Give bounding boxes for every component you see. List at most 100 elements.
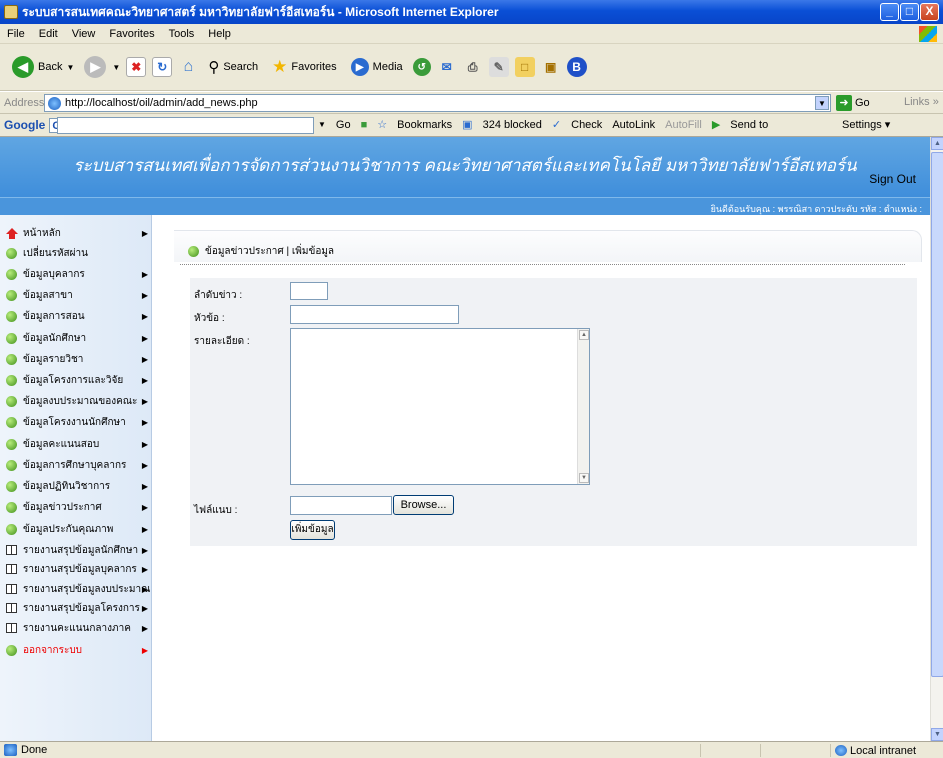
edit-icon[interactable]: ✎ bbox=[488, 57, 509, 77]
sidebar-item[interactable]: เปลี่ยนรหัสผ่าน bbox=[6, 243, 152, 263]
menu-edit[interactable]: Edit bbox=[32, 28, 65, 40]
menu-tools[interactable]: Tools bbox=[162, 28, 202, 40]
window-title-bar[interactable]: ระบบสารสนเทศคณะวิทยาศาสตร์ มหาวิทยาลัยฟา… bbox=[0, 0, 943, 24]
sidebar-item[interactable]: ข้อมูลการศึกษาบุคลากร ▶ bbox=[6, 455, 152, 475]
folder-icon[interactable]: □ bbox=[514, 57, 535, 77]
sidebar-item[interactable]: ข้อมูลปฏิทินวิชาการ ▶ bbox=[6, 476, 152, 496]
sidebar-item[interactable]: รายงานสรุปข้อมูลบุคลากร ▶ bbox=[6, 559, 152, 579]
refresh-icon[interactable]: ↻ bbox=[152, 57, 173, 77]
subject-input[interactable] bbox=[290, 305, 459, 324]
stop-icon[interactable]: ✖ bbox=[126, 57, 147, 77]
close-button[interactable]: X bbox=[920, 3, 939, 21]
menu-favorites[interactable]: Favorites bbox=[102, 28, 161, 40]
search-button[interactable]: ⚲ Search bbox=[204, 56, 262, 78]
google-logo[interactable]: Google bbox=[0, 118, 45, 132]
popup-blocked-count[interactable]: 324 blocked bbox=[483, 119, 542, 131]
sidebar-item-label: ออกจากระบบ bbox=[23, 644, 83, 656]
home-icon[interactable]: ⌂ bbox=[178, 57, 198, 77]
menu-file[interactable]: File bbox=[0, 28, 32, 40]
sidebar-item[interactable]: ข้อมูลงบประมาณของคณะ ▶ bbox=[6, 391, 152, 411]
sidebar-item-label: ข้อมูลบุคลากร bbox=[23, 268, 85, 280]
breadcrumb: ข้อมูลข่าวประกาศ | เพิ่มข้อมูล bbox=[188, 244, 334, 259]
scroll-up-icon[interactable]: ▲ bbox=[931, 137, 943, 150]
forward-button[interactable]: ▶ bbox=[84, 56, 107, 78]
sidebar-item[interactable]: ข้อมูลโครงการและวิจัย ▶ bbox=[6, 370, 152, 390]
bookmarks-button[interactable]: Bookmarks bbox=[397, 119, 452, 131]
back-dropdown-icon[interactable]: ▼ bbox=[66, 63, 74, 72]
scroll-down-icon[interactable]: ▼ bbox=[579, 473, 589, 483]
back-button[interactable]: ◀ Back ▼ bbox=[8, 54, 78, 80]
add-news-form: ลำดับข่าว : หัวข้อ : รายละเอียด : ▲ ▼ ไฟ… bbox=[190, 278, 917, 546]
menu-bar: File Edit View Favorites Tools Help bbox=[0, 24, 943, 44]
browse-button[interactable]: Browse... bbox=[393, 495, 454, 515]
search-icon: ⚲ bbox=[208, 59, 220, 76]
submenu-arrow-icon: ▶ bbox=[141, 228, 148, 238]
sidebar-item[interactable]: ข้อมูลคะแนนสอบ ▶ bbox=[6, 434, 152, 454]
add-data-button[interactable]: เพิ่มข้อมูล bbox=[290, 520, 335, 540]
sign-out-link[interactable]: Sign Out bbox=[869, 172, 916, 186]
sidebar-item[interactable]: ข้อมูลข่าวประกาศ ▶ bbox=[6, 497, 152, 517]
send-to-button[interactable]: Send to bbox=[730, 119, 768, 131]
menu-view[interactable]: View bbox=[65, 28, 103, 40]
sidebar-item[interactable]: ออกจากระบบ ▶ bbox=[6, 640, 152, 660]
google-dropdown-icon[interactable]: ▼ bbox=[318, 120, 326, 129]
google-pagerank-icon: ■ bbox=[360, 118, 368, 131]
sidebar-item[interactable]: หน้าหลัก ▶ bbox=[6, 223, 152, 243]
address-dropdown-icon[interactable]: ▼ bbox=[815, 96, 829, 110]
sidebar-item-label: ข้อมูลปฏิทินวิชาการ bbox=[23, 480, 111, 492]
submenu-arrow-icon: ▶ bbox=[141, 460, 148, 470]
autofill-button[interactable]: AutoFill bbox=[665, 119, 702, 131]
sidebar-item-label: ข้อมูลโครงงานนักศึกษา bbox=[23, 416, 126, 428]
sidebar-item[interactable]: ข้อมูลนักศึกษา ▶ bbox=[6, 328, 152, 348]
site-header: ระบบสารสนเทศเพื่อการจัดการส่วนงานวิชาการ… bbox=[0, 137, 930, 197]
menu-help[interactable]: Help bbox=[201, 28, 238, 40]
autolink-button[interactable]: AutoLink bbox=[612, 119, 655, 131]
news-order-input[interactable] bbox=[290, 282, 328, 300]
favorites-button[interactable]: ★ Favorites bbox=[268, 55, 341, 79]
forward-dropdown-icon[interactable]: ▼ bbox=[112, 63, 120, 72]
bluetooth-icon[interactable]: B bbox=[566, 57, 587, 77]
scroll-up-icon[interactable]: ▲ bbox=[579, 330, 589, 340]
security-zone: Local intranet bbox=[830, 744, 916, 757]
ie-page-icon bbox=[4, 5, 18, 19]
submenu-arrow-icon: ▶ bbox=[141, 502, 148, 512]
check-button[interactable]: Check bbox=[571, 119, 602, 131]
maximize-button[interactable]: □ bbox=[900, 3, 919, 21]
print-icon[interactable]: ⎙ bbox=[463, 57, 483, 77]
sidebar-item[interactable]: รายงานคะแนนกลางภาค ▶ bbox=[6, 618, 152, 638]
sidebar-item[interactable]: ข้อมูลประกันคุณภาพ ▶ bbox=[6, 519, 152, 539]
textarea-scrollbar[interactable]: ▲ ▼ bbox=[577, 329, 589, 484]
links-button[interactable]: Links » bbox=[904, 96, 939, 108]
sidebar-item[interactable]: ข้อมูลสาขา ▶ bbox=[6, 285, 152, 305]
sidebar-item-label: ข้อมูลคะแนนสอบ bbox=[23, 438, 100, 450]
scroll-thumb[interactable] bbox=[931, 152, 943, 677]
sidebar-item[interactable]: ข้อมูลรายวิชา ▶ bbox=[6, 349, 152, 369]
sidebar-item[interactable]: รายงานสรุปข้อมูลนักศึกษา ▶ bbox=[6, 540, 152, 560]
attachment-input[interactable] bbox=[290, 496, 392, 515]
web-page: ระบบสารสนเทศเพื่อการจัดการส่วนงานวิชาการ… bbox=[0, 137, 930, 741]
sidebar-item-label: ข้อมูลรายวิชา bbox=[23, 353, 84, 365]
submenu-arrow-icon: ▶ bbox=[141, 603, 148, 613]
page-scrollbar[interactable]: ▲ ▼ bbox=[930, 137, 943, 741]
scroll-down-icon[interactable]: ▼ bbox=[931, 728, 943, 741]
sidebar-item[interactable]: ข้อมูลโครงงานนักศึกษา ▶ bbox=[6, 412, 152, 432]
green-bullet-icon bbox=[6, 416, 17, 428]
sidebar-item[interactable]: ข้อมูลบุคลากร ▶ bbox=[6, 264, 152, 284]
google-go-button[interactable]: Go bbox=[336, 119, 351, 131]
media-icon: ▶ bbox=[350, 58, 369, 76]
google-settings-button[interactable]: Settings ▾ bbox=[842, 118, 890, 131]
google-search-input[interactable] bbox=[57, 117, 314, 134]
address-input[interactable]: http://localhost/oil/admin/add_news.php … bbox=[44, 94, 831, 112]
history-icon[interactable]: ↺ bbox=[412, 58, 431, 76]
go-button[interactable]: ➜ Go bbox=[836, 95, 870, 111]
sidebar-item[interactable]: รายงานสรุปข้อมูลโครงการ ▶ bbox=[6, 598, 152, 618]
sidebar-item[interactable]: รายงานสรุปข้อมูลงบประมาณ ▶ bbox=[6, 579, 152, 599]
mail-icon[interactable]: ✉ bbox=[437, 57, 457, 77]
detail-textarea[interactable]: ▲ ▼ bbox=[290, 328, 590, 485]
media-button[interactable]: ▶ Media bbox=[347, 56, 407, 78]
sidebar-item[interactable]: ข้อมูลการสอน ▶ bbox=[6, 306, 152, 326]
minimize-button[interactable]: _ bbox=[880, 3, 899, 21]
research-icon[interactable]: ▣ bbox=[541, 57, 561, 77]
green-bullet-icon bbox=[6, 438, 17, 450]
sidebar-item-label: ข้อมูลนักศึกษา bbox=[23, 332, 87, 344]
